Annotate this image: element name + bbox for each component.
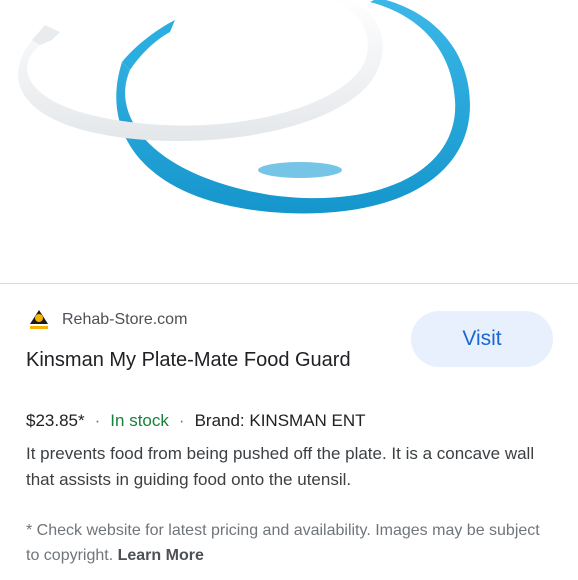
plate-guard-illustration (18, 0, 470, 214)
product-description: It prevents food from being pushed off t… (26, 444, 535, 489)
visit-button[interactable]: Visit (411, 311, 553, 367)
brand: Brand: KINSMAN ENT (194, 411, 366, 430)
disclaimer-text: * Check website for latest pricing and a… (26, 522, 540, 564)
product-meta: $23.85* · In stock · Brand: KINSMAN ENT (26, 409, 366, 433)
learn-more-link[interactable]: Learn More (118, 547, 204, 564)
divider (0, 283, 578, 284)
stock-status: In stock (110, 411, 169, 430)
rehab-store-logo-icon (26, 307, 52, 333)
product-card: Rehab-Store.com Visit Kinsman My Plate-M… (0, 0, 578, 580)
price: $23.85* (26, 411, 85, 430)
source-row[interactable]: Rehab-Store.com (26, 307, 187, 333)
product-image[interactable] (0, 0, 578, 283)
source-name: Rehab-Store.com (62, 311, 188, 328)
white-guard-shape (18, 0, 383, 141)
separator: · (178, 411, 185, 430)
disclaimer: * Check website for latest pricing and a… (26, 518, 556, 568)
product-title[interactable]: Kinsman My Plate-Mate Food Guard (26, 344, 356, 376)
separator: · (94, 411, 101, 430)
